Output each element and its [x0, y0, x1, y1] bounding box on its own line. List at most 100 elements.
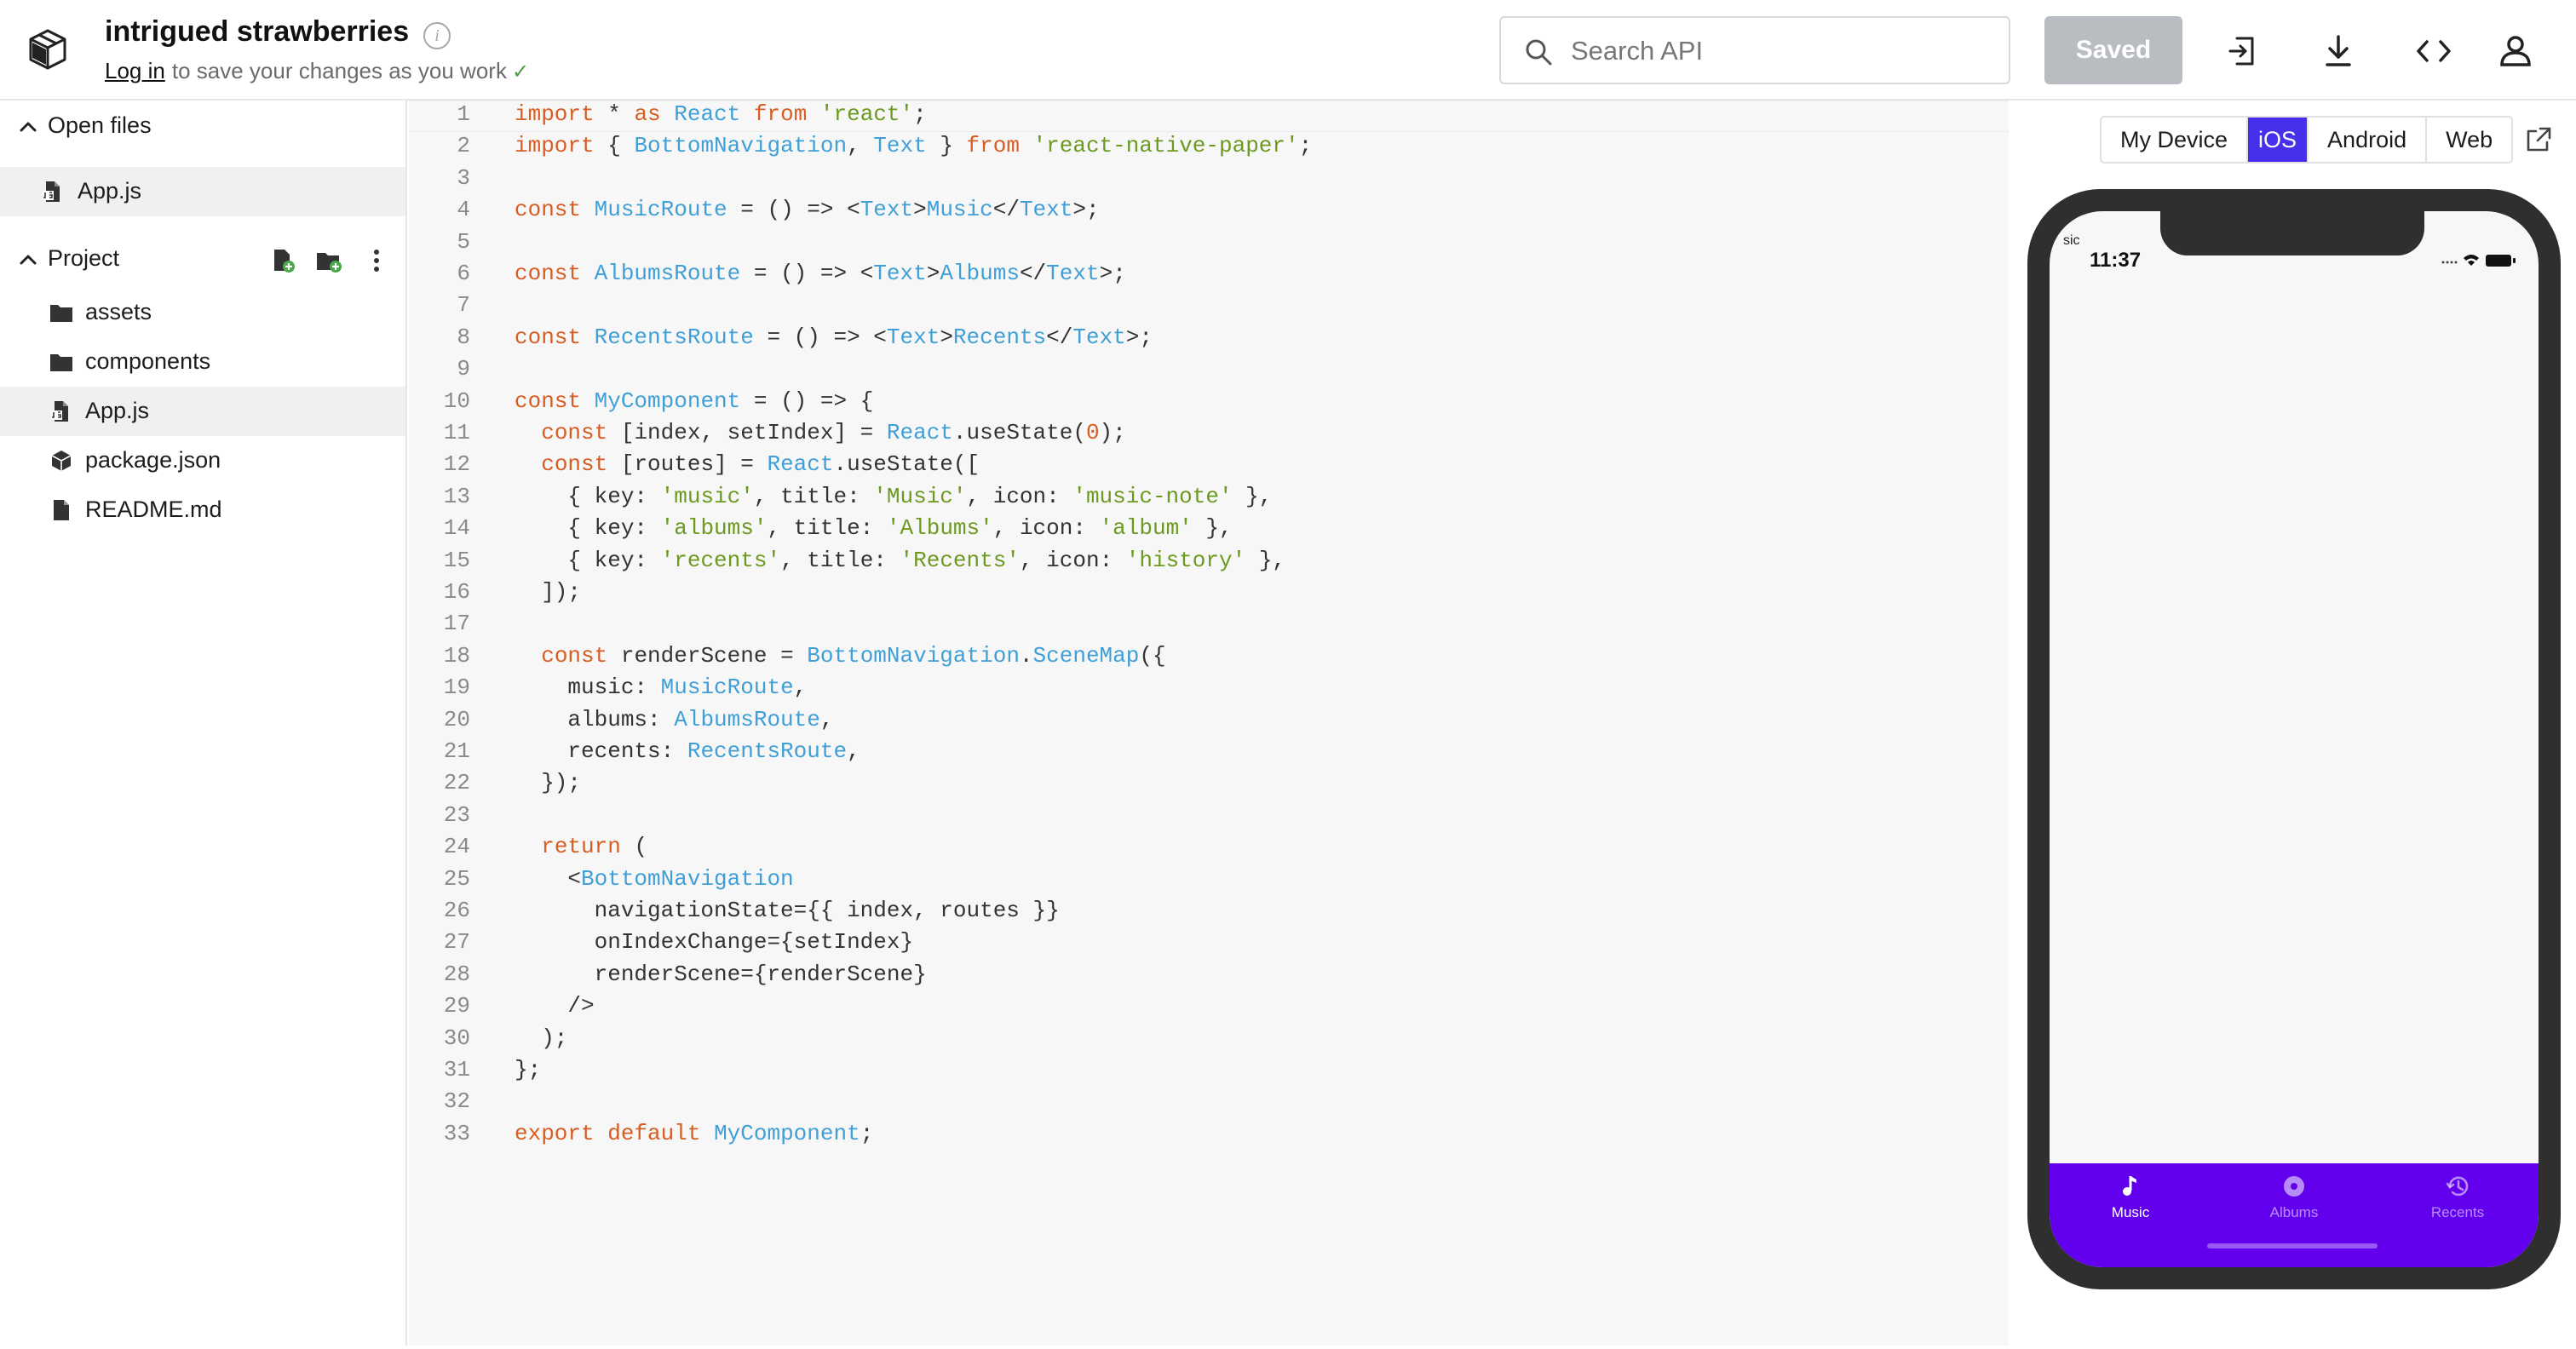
code-text: />	[515, 993, 595, 1019]
line-number: 18	[443, 642, 470, 669]
status-time: 11:37	[2090, 249, 2142, 272]
project-label: Project	[48, 245, 120, 271]
file-label: App.js	[78, 178, 142, 204]
line-number: 3	[457, 164, 470, 191]
line-number: 15	[443, 547, 470, 573]
status-overflow-text: sic	[2063, 233, 2080, 248]
code-text: { key: 'music', title: 'Music', icon: 'm…	[515, 483, 1273, 509]
tab-music[interactable]: Music	[2050, 1163, 2211, 1267]
tree-item-readme[interactable]: README.md	[0, 485, 405, 535]
tree-item-components[interactable]: components	[0, 337, 405, 387]
platform-my-device[interactable]: My Device	[2102, 118, 2249, 162]
search-box[interactable]	[1499, 16, 2010, 84]
js-file-icon	[51, 401, 68, 422]
code-text: const [index, setIndex] = React.useState…	[541, 420, 1126, 445]
login-link[interactable]: Log in	[105, 58, 165, 83]
code-editor[interactable]: 1 import * as React from 'react'; 2 import …	[409, 100, 2009, 1346]
new-folder-icon[interactable]	[315, 247, 342, 274]
line-number: 33	[443, 1120, 470, 1146]
save-hint: Log in to save your changes as you work ✓	[105, 58, 529, 84]
code-text: const renderScene = BottomNavigation.Sce…	[541, 642, 1166, 669]
code-text: const MyComponent = () => {	[515, 387, 874, 414]
tab-label: Recents	[2430, 1204, 2485, 1220]
line-number: 28	[443, 961, 470, 987]
line-number: 14	[443, 515, 470, 542]
saved-button[interactable]: Saved	[2044, 16, 2182, 84]
line-number: 5	[457, 228, 470, 255]
code-text: renderScene={renderScene}	[515, 961, 927, 987]
search-input[interactable]	[1571, 30, 1997, 72]
line-number: 13	[443, 483, 470, 509]
line-number: 19	[443, 674, 470, 701]
info-icon[interactable]: i	[423, 22, 451, 49]
logo-icon[interactable]	[24, 26, 72, 73]
code-text: return (	[541, 834, 648, 860]
code-text: { key: 'recents', title: 'Recents', icon…	[515, 547, 1286, 573]
top-header: intrigued strawberries i Log in to save y…	[0, 0, 2576, 100]
line-number: 30	[443, 1025, 470, 1051]
line-number: 1	[457, 101, 470, 127]
js-file-icon	[43, 181, 60, 202]
code-text: onIndexChange={setIndex}	[515, 929, 914, 956]
code-text: const [routes] = React.useState([	[541, 451, 980, 478]
embed-code-icon[interactable]	[2412, 30, 2455, 72]
line-number: 8	[457, 324, 470, 350]
line-number: 21	[443, 738, 470, 764]
phone-screen[interactable]: sic 11:37 Music Albums Recents	[2050, 211, 2539, 1267]
line-number: 29	[443, 993, 470, 1019]
tree-item-assets[interactable]: assets	[0, 288, 405, 337]
search-icon	[1526, 39, 1552, 66]
open-files-label: Open files	[48, 112, 152, 138]
platform-ios[interactable]: iOS	[2248, 118, 2309, 162]
open-files-header[interactable]: Open files	[0, 100, 405, 153]
status-icons	[2441, 255, 2516, 267]
line-number: 22	[443, 770, 470, 796]
tab-albums[interactable]: Albums	[2213, 1163, 2375, 1267]
tree-item-label: assets	[85, 299, 152, 324]
code-text: <BottomNavigation	[515, 865, 794, 892]
download-icon[interactable]	[2317, 30, 2360, 72]
project-title[interactable]: intrigued strawberries	[105, 15, 409, 49]
code-text: );	[515, 1025, 568, 1051]
file-icon	[54, 500, 69, 520]
line-number: 7	[457, 292, 470, 319]
line-number: 11	[443, 420, 470, 445]
file-sidebar: Open files App.js Project assets compone…	[0, 100, 407, 1346]
folder-icon	[50, 354, 72, 371]
music-note-icon	[2123, 1176, 2136, 1196]
code-text: albums: AlbumsRoute,	[515, 706, 834, 732]
open-file-item[interactable]: App.js	[0, 167, 405, 216]
package-icon	[51, 451, 72, 471]
line-number: 16	[443, 579, 470, 605]
phone-notch	[2160, 211, 2424, 255]
tree-item-app-js[interactable]: App.js	[0, 387, 405, 436]
device-preview-panel: My Device iOS Android Web sic 11:37 Musi…	[2010, 100, 2576, 1346]
line-number: 6	[457, 261, 470, 286]
chevron-up-icon	[20, 255, 37, 265]
code-text: const AlbumsRoute = () => <Text>Albums</…	[515, 261, 1126, 286]
new-file-icon[interactable]	[269, 247, 296, 274]
tree-item-label: package.json	[85, 447, 221, 473]
user-icon[interactable]	[2494, 30, 2537, 72]
album-icon	[2284, 1176, 2304, 1197]
tree-item-label: App.js	[85, 398, 150, 423]
platform-android[interactable]: Android	[2309, 118, 2428, 162]
open-external-icon[interactable]	[2523, 124, 2554, 155]
export-icon[interactable]	[2222, 30, 2264, 72]
line-number: 9	[457, 356, 470, 382]
bottom-navigation: Music Albums Recents	[2050, 1163, 2539, 1267]
chevron-up-icon	[20, 122, 37, 132]
platform-web[interactable]: Web	[2427, 118, 2511, 162]
code-text: });	[515, 770, 582, 796]
line-number: 23	[443, 801, 470, 828]
code-text: };	[515, 1057, 542, 1082]
tab-recents[interactable]: Recents	[2377, 1163, 2539, 1267]
project-header[interactable]: Project	[0, 233, 405, 286]
folder-icon	[50, 305, 72, 322]
line-number: 12	[443, 451, 470, 478]
line-number: 17	[443, 611, 470, 637]
line-number: 10	[443, 387, 470, 414]
check-icon: ✓	[511, 60, 530, 83]
more-vertical-icon[interactable]	[363, 247, 390, 274]
tree-item-package-json[interactable]: package.json	[0, 436, 405, 485]
